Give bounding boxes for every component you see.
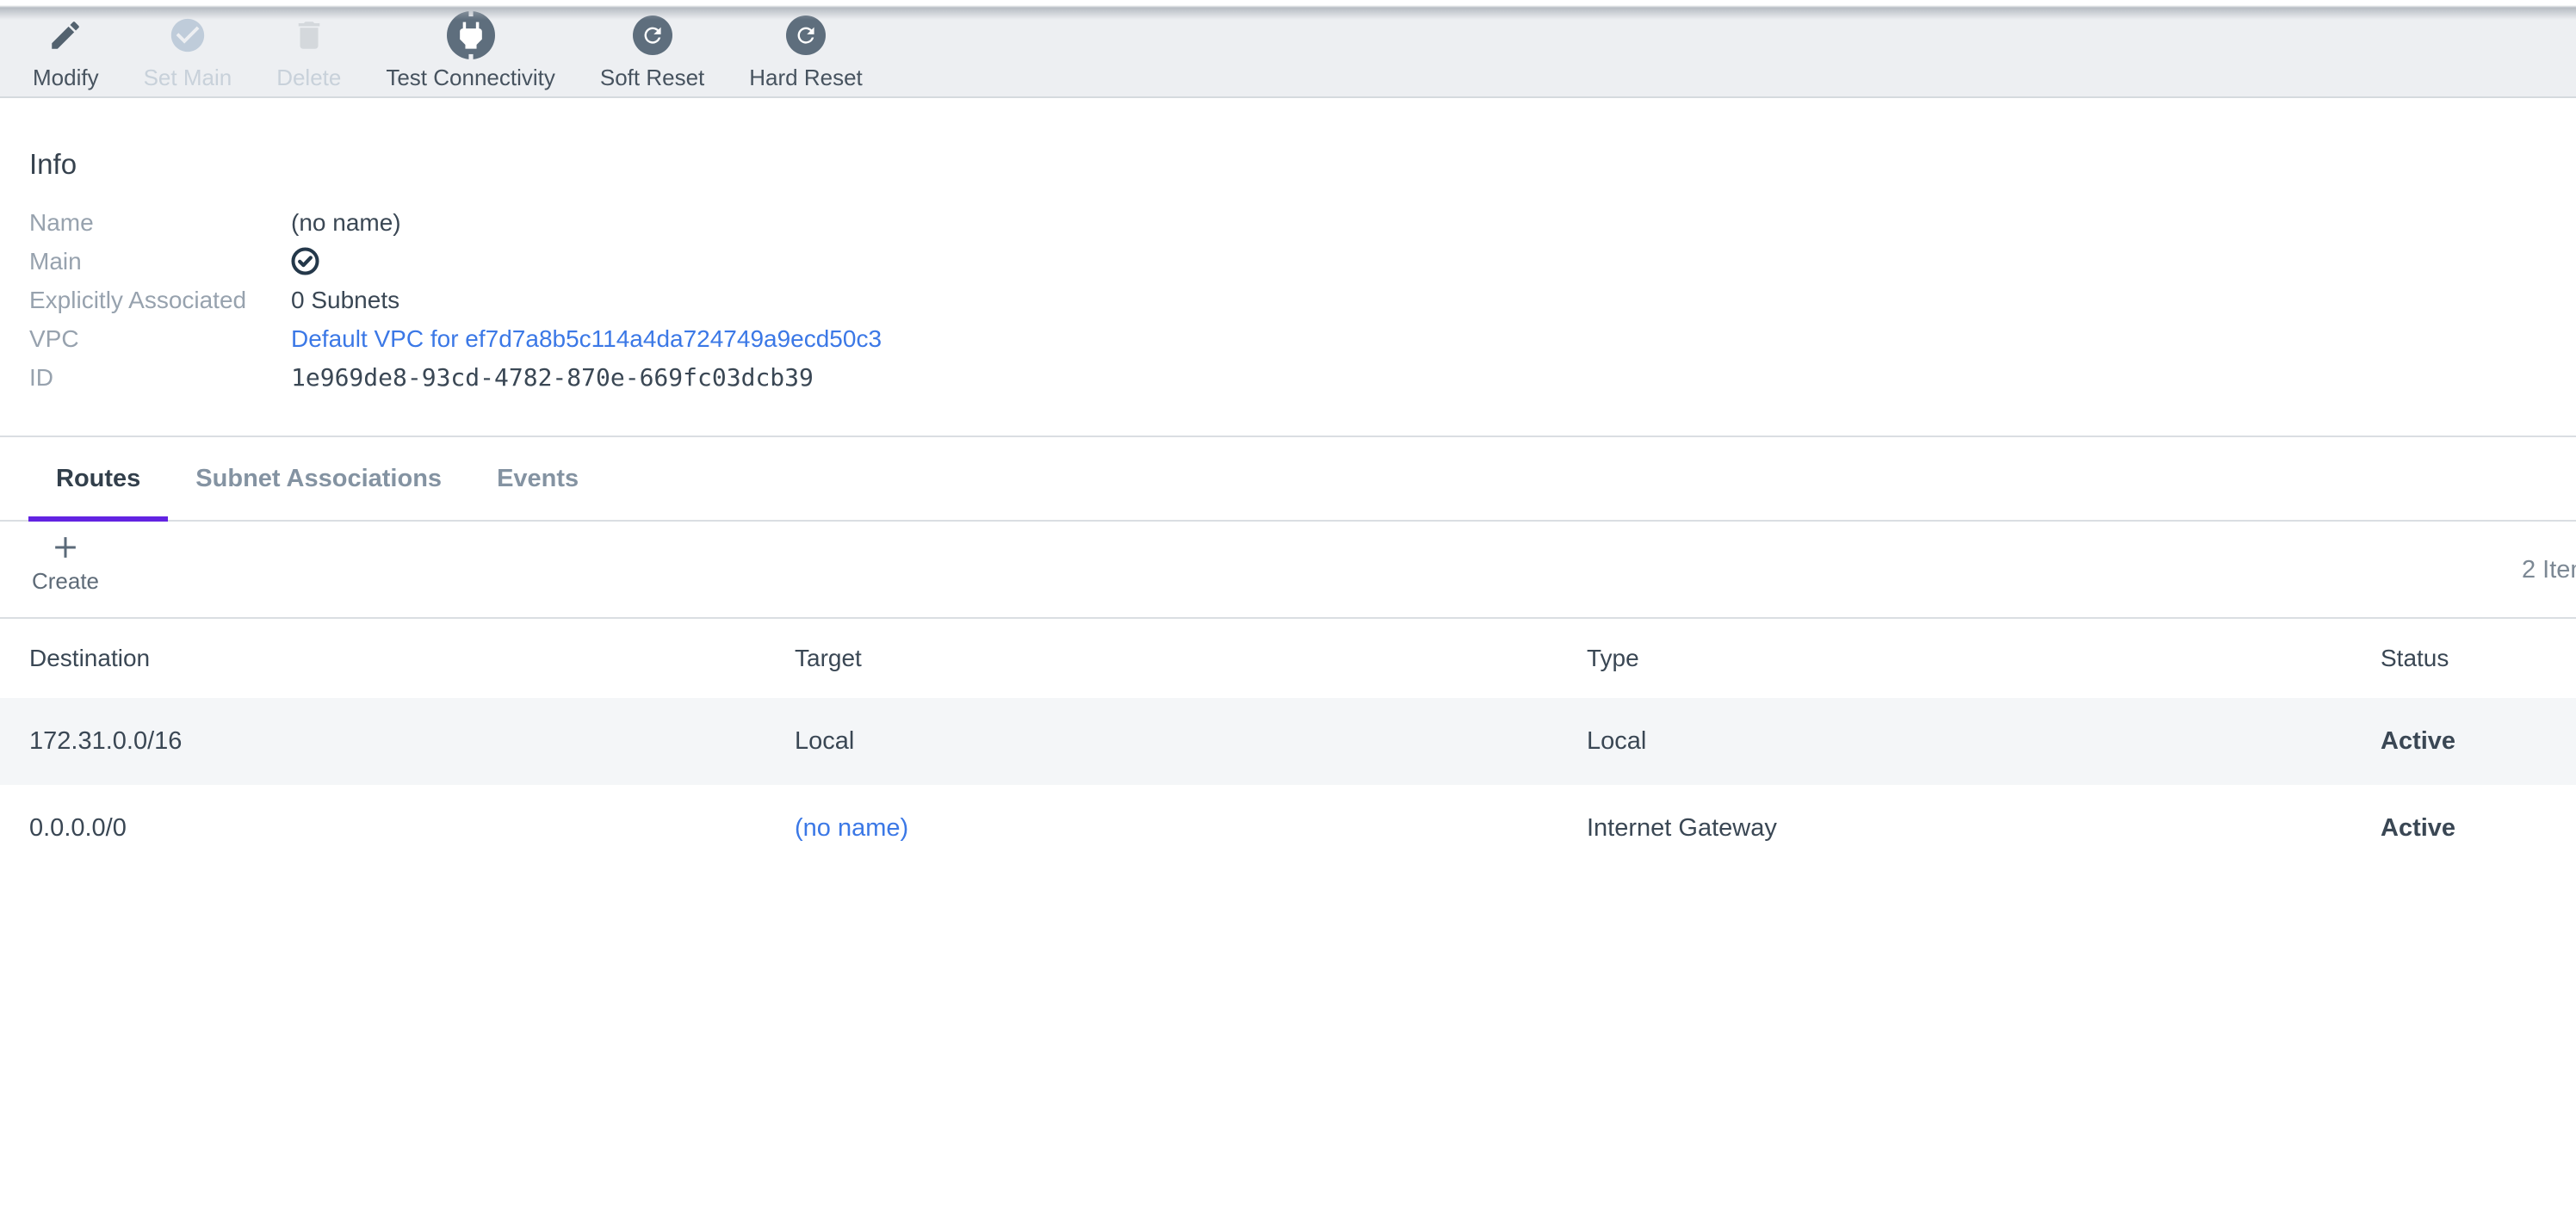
info-section-title: Info bbox=[29, 148, 2576, 181]
info-value-name: (no name) bbox=[291, 203, 2576, 242]
soft-reset-icon bbox=[633, 9, 672, 61]
table-header: Destination Target Type Status bbox=[0, 619, 2576, 698]
routes-table: Destination Target Type Status 172.31.0.… bbox=[0, 619, 2576, 872]
cell-destination: 172.31.0.0/16 bbox=[0, 727, 765, 756]
test-connectivity-button-label: Test Connectivity bbox=[386, 66, 555, 89]
toolbar: Modify Set Main Delete Test bbox=[0, 0, 2576, 98]
info-grid: Name (no name) Main Explicitly Associate… bbox=[29, 203, 2576, 397]
cell-target: Local bbox=[765, 727, 1557, 756]
route-table-detail-page: Modify Set Main Delete Test bbox=[0, 0, 2576, 872]
tab-routes-label: Routes bbox=[56, 465, 140, 493]
status-badge: Active bbox=[2351, 727, 2576, 756]
soft-reset-button[interactable]: Soft Reset bbox=[578, 0, 727, 96]
hard-reset-button[interactable]: Hard Reset bbox=[727, 0, 885, 96]
delete-button-label: Delete bbox=[276, 66, 341, 89]
modify-button-label: Modify bbox=[33, 66, 99, 89]
items-count: 2 Items bbox=[2522, 522, 2576, 619]
main-check-icon bbox=[291, 242, 2576, 281]
cell-destination: 0.0.0.0/0 bbox=[0, 814, 765, 843]
tab-events[interactable]: Events bbox=[469, 437, 606, 520]
plus-icon bbox=[48, 530, 83, 565]
status-badge: Active bbox=[2351, 814, 2576, 843]
table-row: 172.31.0.0/16 Local Local Active bbox=[0, 698, 2576, 785]
info-label-id: ID bbox=[29, 358, 291, 397]
soft-reset-button-label: Soft Reset bbox=[600, 66, 704, 89]
tab-subnet-associations[interactable]: Subnet Associations bbox=[168, 437, 469, 520]
tab-subnet-associations-label: Subnet Associations bbox=[195, 465, 442, 493]
modify-button[interactable]: Modify bbox=[10, 0, 121, 96]
cell-type: Internet Gateway bbox=[1557, 814, 2351, 843]
test-connectivity-button[interactable]: Test Connectivity bbox=[363, 0, 578, 96]
info-section: Info Name (no name) Main Explicitly Asso… bbox=[0, 148, 2576, 397]
set-main-button-label: Set Main bbox=[144, 66, 232, 89]
info-value-explicitly-associated: 0 Subnets bbox=[291, 281, 2576, 319]
table-row: 0.0.0.0/0 (no name) Internet Gateway Act… bbox=[0, 785, 2576, 872]
hard-reset-button-label: Hard Reset bbox=[749, 66, 863, 89]
column-header-destination: Destination bbox=[0, 645, 765, 672]
info-label-explicitly-associated: Explicitly Associated bbox=[29, 281, 291, 319]
tab-routes[interactable]: Routes bbox=[28, 437, 168, 520]
cell-type: Local bbox=[1557, 727, 2351, 756]
info-label-vpc: VPC bbox=[29, 319, 291, 358]
pencil-icon bbox=[47, 9, 84, 61]
delete-button[interactable]: Delete bbox=[254, 0, 363, 96]
column-header-type: Type bbox=[1557, 645, 2351, 672]
set-main-button[interactable]: Set Main bbox=[121, 0, 255, 96]
routes-list-toolbar: Create 2 Items bbox=[0, 522, 2576, 619]
column-header-status: Status bbox=[2351, 645, 2576, 672]
create-button-label: Create bbox=[32, 568, 99, 595]
plug-icon bbox=[447, 9, 495, 61]
info-label-main: Main bbox=[29, 242, 291, 281]
tab-events-label: Events bbox=[497, 465, 579, 493]
target-link[interactable]: (no name) bbox=[795, 814, 908, 842]
create-button[interactable]: Create bbox=[28, 530, 103, 595]
resource-id: 1e969de8-93cd-4782-870e-669fc03dcb39 bbox=[291, 358, 2576, 397]
vpc-link[interactable]: Default VPC for ef7d7a8b5c114a4da724749a… bbox=[291, 325, 882, 353]
info-label-name: Name bbox=[29, 203, 291, 242]
hard-reset-icon bbox=[786, 9, 826, 61]
check-circle-icon bbox=[168, 9, 207, 61]
tab-bar: Routes Subnet Associations Events bbox=[0, 436, 2576, 522]
column-header-target: Target bbox=[765, 645, 1557, 672]
trash-icon bbox=[291, 9, 327, 61]
